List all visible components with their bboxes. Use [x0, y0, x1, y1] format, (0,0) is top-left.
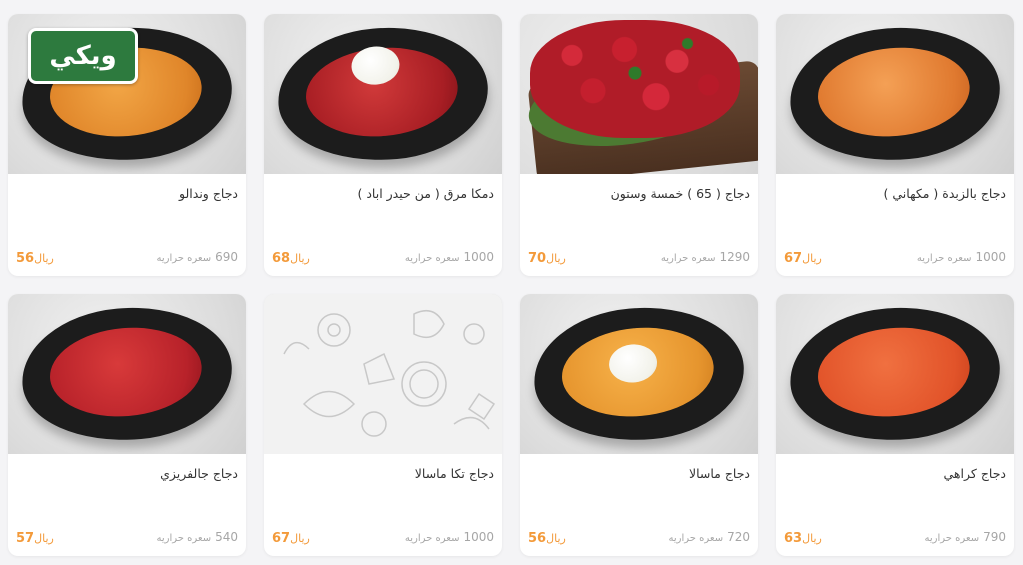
menu-item-card[interactable]: دجاج ماسالا 720 سعره حراريه 56 ريال: [520, 294, 758, 556]
calories: 1000 سعره حراريه: [404, 530, 494, 544]
bowl: [272, 19, 494, 169]
item-price: 67 ريال: [784, 251, 822, 266]
brand-logo: ويكي: [28, 28, 138, 84]
menu-item-card[interactable]: دجاج تكا ماسالا 1000 سعره حراريه 67 ريال: [264, 294, 502, 556]
bowl: [528, 299, 750, 449]
bowl: [784, 299, 1006, 449]
item-name: دجاج تكا ماسالا: [414, 466, 494, 481]
dish-image: [520, 294, 758, 454]
item-price: 70 ريال: [528, 251, 566, 266]
item-name: دجاج جالفريزي: [160, 466, 238, 481]
item-price: 63 ريال: [784, 531, 822, 546]
menu-item-card[interactable]: دجاج كراهي 790 سعره حراريه 63 ريال: [776, 294, 1014, 556]
menu-item-card[interactable]: ويكي دجاج وندالو 690 سعره حراريه 56 ريال: [8, 14, 246, 276]
item-price: 68 ريال: [272, 251, 310, 266]
calories: 790 سعره حراريه: [924, 530, 1007, 544]
item-name: دجاج ماسالا: [688, 466, 750, 481]
menu-item-card[interactable]: دجاج بالزبدة ( مكهاني ) 1000 سعره حراريه…: [776, 14, 1014, 276]
calories: 720 سعره حراريه: [668, 530, 751, 544]
calories: 1290 سعره حراريه: [660, 250, 750, 264]
menu-item-card[interactable]: دجاج جالفريزي 540 سعره حراريه 57 ريال: [8, 294, 246, 556]
calories: 1000 سعره حراريه: [916, 250, 1006, 264]
item-name: دجاج بالزبدة ( مكهاني ): [883, 186, 1006, 201]
dish-image: [264, 294, 502, 454]
dish-image: [8, 294, 246, 454]
calories: 1000 سعره حراريه: [404, 250, 494, 264]
dish-image: [776, 294, 1014, 454]
menu-grid: دجاج بالزبدة ( مكهاني ) 1000 سعره حراريه…: [8, 14, 1014, 556]
bowl: [784, 19, 1006, 169]
food-doodle-icon: [283, 309, 496, 437]
bowl: [16, 299, 238, 449]
item-price: 57 ريال: [16, 531, 54, 546]
dish-image: [264, 14, 502, 174]
calories: 540 سعره حراريه: [156, 530, 239, 544]
menu-item-card[interactable]: دمكا مرق ( من حيدر اباد ) 1000 سعره حرار…: [264, 14, 502, 276]
dish-image: [776, 14, 1014, 174]
dish-image: ويكي: [8, 14, 246, 174]
menu-item-card[interactable]: دجاج ( 65 ) خمسة وستون 1290 سعره حراريه …: [520, 14, 758, 276]
dish-image: [520, 14, 758, 174]
item-name: دجاج كراهي: [943, 466, 1006, 481]
calories: 690 سعره حراريه: [156, 250, 239, 264]
item-name: دجاج ( 65 ) خمسة وستون: [610, 186, 750, 201]
item-price: 67 ريال: [272, 531, 310, 546]
placeholder-pattern: [264, 294, 502, 454]
item-price: 56 ريال: [16, 251, 54, 266]
item-name: دمكا مرق ( من حيدر اباد ): [357, 186, 495, 201]
item-price: 56 ريال: [528, 531, 566, 546]
item-name: دجاج وندالو: [179, 186, 238, 201]
